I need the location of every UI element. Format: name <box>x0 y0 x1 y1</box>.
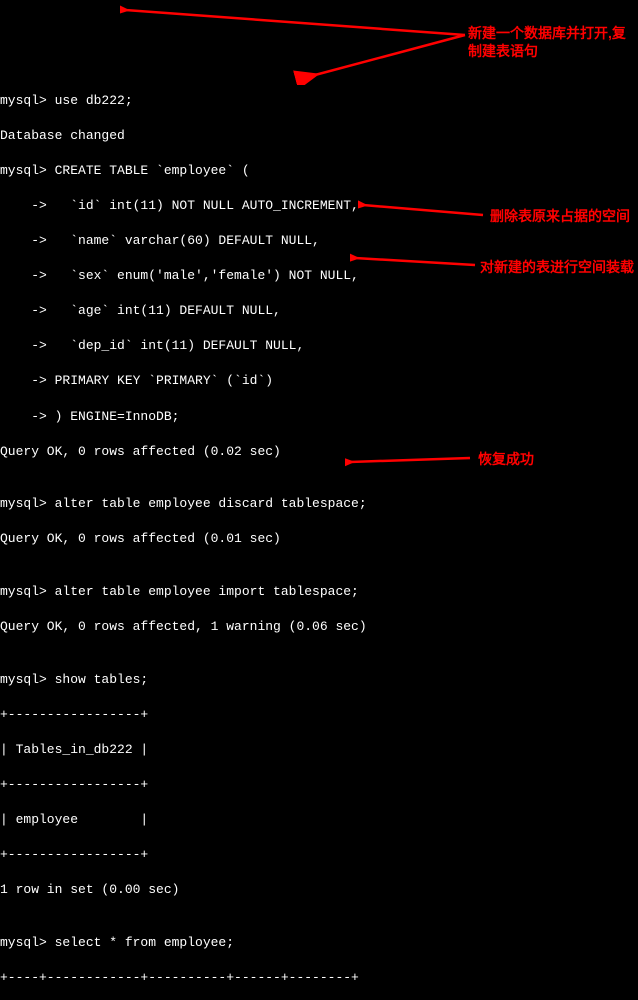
terminal-line: mysql> select * from employee; <box>0 934 638 952</box>
terminal-line: -> `dep_id` int(11) DEFAULT NULL, <box>0 337 638 355</box>
terminal-line: mysql> alter table employee import table… <box>0 583 638 601</box>
terminal-line: -> `age` int(11) DEFAULT NULL, <box>0 302 638 320</box>
terminal-line: Query OK, 0 rows affected (0.01 sec) <box>0 530 638 548</box>
terminal-line: mysql> alter table employee discard tabl… <box>0 495 638 513</box>
terminal-line: | Tables_in_db222 | <box>0 741 638 759</box>
terminal-line: +-----------------+ <box>0 706 638 724</box>
terminal-line: -> ) ENGINE=InnoDB; <box>0 408 638 426</box>
annotation-create-db: 新建一个数据库并打开,复制建表语句 <box>468 24 633 60</box>
terminal-line: Database changed <box>0 127 638 145</box>
terminal-line: +----+------------+----------+------+---… <box>0 969 638 987</box>
terminal-line: | employee | <box>0 811 638 829</box>
annotation-discard-tablespace: 删除表原来占据的空间 <box>490 207 630 225</box>
terminal-line: Query OK, 0 rows affected, 1 warning (0.… <box>0 618 638 636</box>
terminal-line: -> PRIMARY KEY `PRIMARY` (`id`) <box>0 372 638 390</box>
terminal-line: +-----------------+ <box>0 776 638 794</box>
terminal-line: +-----------------+ <box>0 846 638 864</box>
terminal-line: mysql> CREATE TABLE `employee` ( <box>0 162 638 180</box>
terminal-line: mysql> use db222; <box>0 92 638 110</box>
terminal-line: mysql> show tables; <box>0 671 638 689</box>
annotation-import-tablespace: 对新建的表进行空间装载 <box>480 258 634 276</box>
terminal-line: 1 row in set (0.00 sec) <box>0 881 638 899</box>
terminal-line: Query OK, 0 rows affected (0.02 sec) <box>0 443 638 461</box>
terminal-line: -> `name` varchar(60) DEFAULT NULL, <box>0 232 638 250</box>
annotation-restore-success: 恢复成功 <box>478 450 534 468</box>
